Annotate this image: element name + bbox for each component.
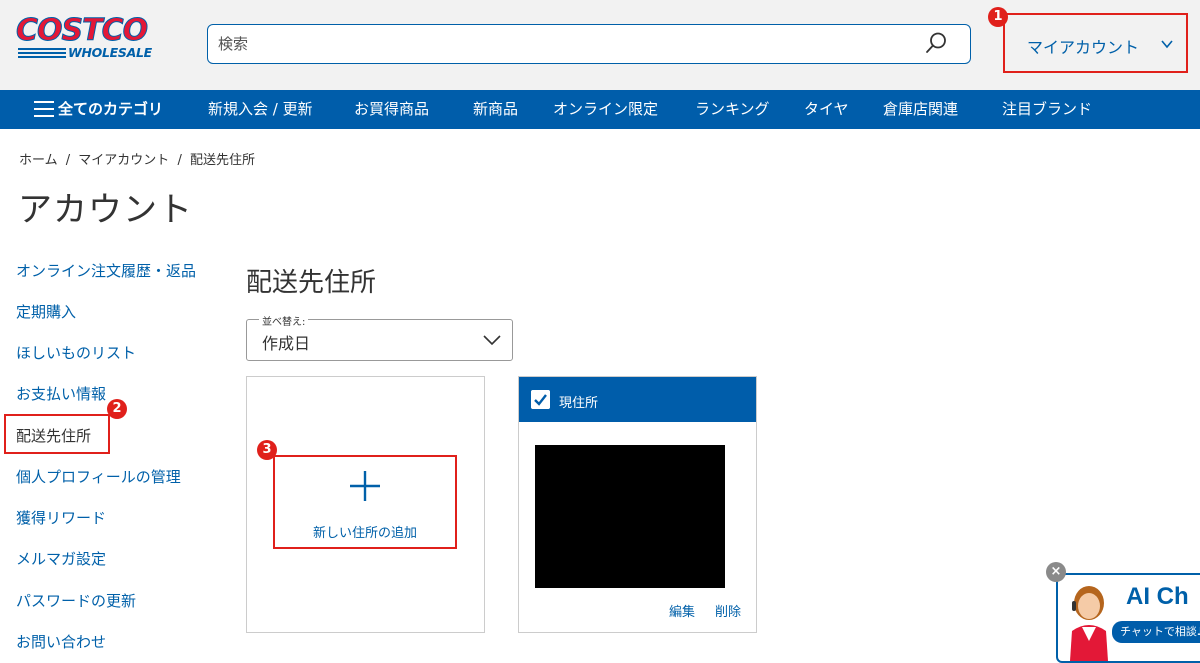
nav-item-tires[interactable]: タイヤ: [804, 90, 849, 129]
annotation-badge-3: 3: [257, 440, 277, 460]
breadcrumb-separator: /: [65, 153, 71, 168]
sidebar-item-wishlist[interactable]: ほしいものリスト: [16, 342, 136, 363]
nav-item-warehouse[interactable]: 倉庫店関連: [883, 90, 958, 129]
breadcrumb: ホーム / マイアカウント / 配送先住所: [19, 149, 259, 168]
breadcrumb-home[interactable]: ホーム: [19, 153, 58, 168]
chat-start-button[interactable]: チャットで相談♪: [1112, 621, 1200, 643]
sort-select[interactable]: 並べ替え: 作成日: [246, 313, 513, 361]
close-icon[interactable]: ×: [1046, 562, 1066, 582]
section-title: 配送先住所: [246, 268, 377, 298]
chevron-down-icon: [1161, 40, 1173, 49]
sidebar-item-payment[interactable]: お支払い情報: [16, 383, 106, 404]
sidebar-item-shipping-address[interactable]: 配送先住所: [16, 425, 91, 446]
logo-sub-text: WHOLESALE: [68, 45, 152, 60]
edit-address-link[interactable]: 編集: [669, 601, 695, 620]
sidebar-item-rewards[interactable]: 獲得リワード: [16, 507, 106, 528]
address-card-header: 現住所: [519, 377, 756, 422]
hamburger-icon[interactable]: [34, 101, 54, 117]
nav-item-new[interactable]: 新商品: [473, 90, 518, 129]
sidebar-item-profile[interactable]: 個人プロフィールの管理: [16, 466, 181, 487]
site-header: COSTCO WHOLESALE マイアカウント 1: [0, 0, 1200, 90]
costco-logo[interactable]: COSTCO WHOLESALE: [15, 13, 180, 64]
default-address-label: 現住所: [559, 396, 599, 411]
my-account-button[interactable]: マイアカウント: [1003, 13, 1188, 73]
search-input[interactable]: [218, 33, 898, 55]
breadcrumb-separator: /: [177, 153, 182, 168]
search-icon[interactable]: [924, 31, 948, 55]
address-card: 現住所 編集 削除: [518, 376, 757, 633]
ai-chat-widget[interactable]: AI Ch チャットで相談♪: [1056, 573, 1200, 663]
breadcrumb-my-account[interactable]: マイアカウント: [78, 153, 169, 168]
redacted-address: [535, 445, 725, 588]
chat-title: AI Ch: [1126, 583, 1189, 610]
sidebar-item-order-history[interactable]: オンライン注文履歴・返品: [16, 260, 196, 281]
plus-icon[interactable]: [349, 470, 381, 502]
sidebar-item-contact[interactable]: お問い合わせ: [16, 631, 106, 652]
nav-all-categories[interactable]: 全てのカテゴリ: [58, 90, 163, 129]
annotation-badge-2: 2: [107, 399, 127, 419]
page-title: アカウント: [18, 190, 193, 230]
chevron-down-icon: [483, 335, 501, 346]
nav-item-brands[interactable]: 注目ブランド: [1002, 90, 1092, 129]
chat-agent-avatar-icon: [1070, 586, 1108, 661]
nav-item-membership[interactable]: 新規入会 / 更新: [208, 90, 313, 129]
search-bar: [207, 24, 971, 64]
breadcrumb-current: 配送先住所: [189, 153, 255, 168]
checkbox-checked-icon[interactable]: [531, 390, 550, 409]
sidebar-item-newsletter[interactable]: メルマガ設定: [16, 548, 106, 569]
logo-main-text: COSTCO: [15, 13, 148, 48]
category-nav: 全てのカテゴリ 新規入会 / 更新 お買得商品 新商品 オンライン限定 ランキン…: [0, 90, 1200, 129]
logo-stripes: [18, 48, 66, 58]
sidebar-item-password[interactable]: パスワードの更新: [16, 590, 136, 611]
nav-item-online-only[interactable]: オンライン限定: [553, 90, 658, 129]
nav-item-ranking[interactable]: ランキング: [695, 90, 770, 129]
nav-item-deals[interactable]: お買得商品: [354, 90, 429, 129]
add-address-label[interactable]: 新しい住所の追加: [273, 522, 457, 541]
my-account-label: マイアカウント: [1027, 38, 1140, 57]
sidebar-item-subscriptions[interactable]: 定期購入: [16, 301, 76, 322]
delete-address-link[interactable]: 削除: [715, 601, 741, 620]
annotation-badge-1: 1: [988, 7, 1008, 27]
sort-value: 作成日: [262, 334, 311, 353]
sort-label: 並べ替え:: [259, 313, 309, 328]
